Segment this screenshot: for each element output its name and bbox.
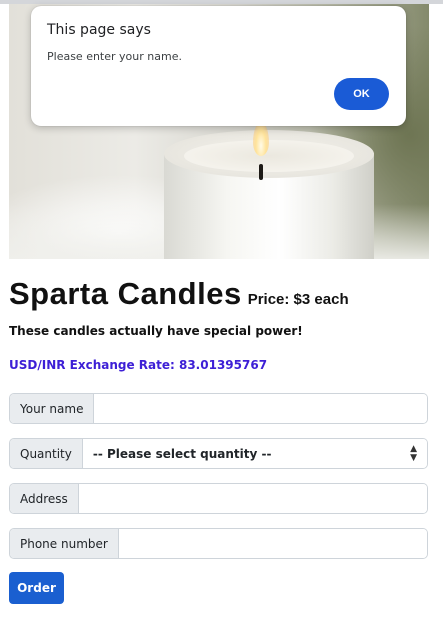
name-label: Your name xyxy=(10,394,95,423)
phone-label: Phone number xyxy=(10,529,119,558)
dialog-title: This page says xyxy=(47,22,151,38)
alert-dialog: This page says Please enter your name. O… xyxy=(31,6,406,126)
address-input[interactable] xyxy=(78,484,427,513)
product-price: Price: $3 each xyxy=(247,291,349,308)
address-label: Address xyxy=(10,484,79,513)
product-title: Sparta Candles xyxy=(9,276,242,311)
name-input[interactable] xyxy=(94,394,427,423)
exchange-rate: USD/INR Exchange Rate: 83.01395767 xyxy=(9,358,268,372)
name-field-group: Your name xyxy=(9,393,428,424)
product-heading: Sparta Candles Price: $3 each xyxy=(9,276,349,312)
order-button[interactable]: Order xyxy=(9,572,64,604)
dialog-ok-button[interactable]: OK xyxy=(334,78,389,110)
phone-field-group: Phone number xyxy=(9,528,428,559)
address-field-group: Address xyxy=(9,483,428,514)
quantity-field-group: Quantity -- Please select quantity -- ▲ ▼ xyxy=(9,438,428,469)
select-arrows-icon: ▲ ▼ xyxy=(410,443,417,463)
product-tagline: These candles actually have special powe… xyxy=(9,324,303,338)
dialog-message: Please enter your name. xyxy=(47,50,182,63)
quantity-label: Quantity xyxy=(10,439,83,468)
quantity-select[interactable]: -- Please select quantity -- ▲ ▼ xyxy=(82,439,427,468)
candle-wick xyxy=(259,164,263,180)
candle-wax-pool xyxy=(184,140,354,172)
quantity-selected-value: -- Please select quantity -- xyxy=(92,446,272,461)
candle-flame xyxy=(253,122,269,156)
phone-input[interactable] xyxy=(118,529,427,558)
